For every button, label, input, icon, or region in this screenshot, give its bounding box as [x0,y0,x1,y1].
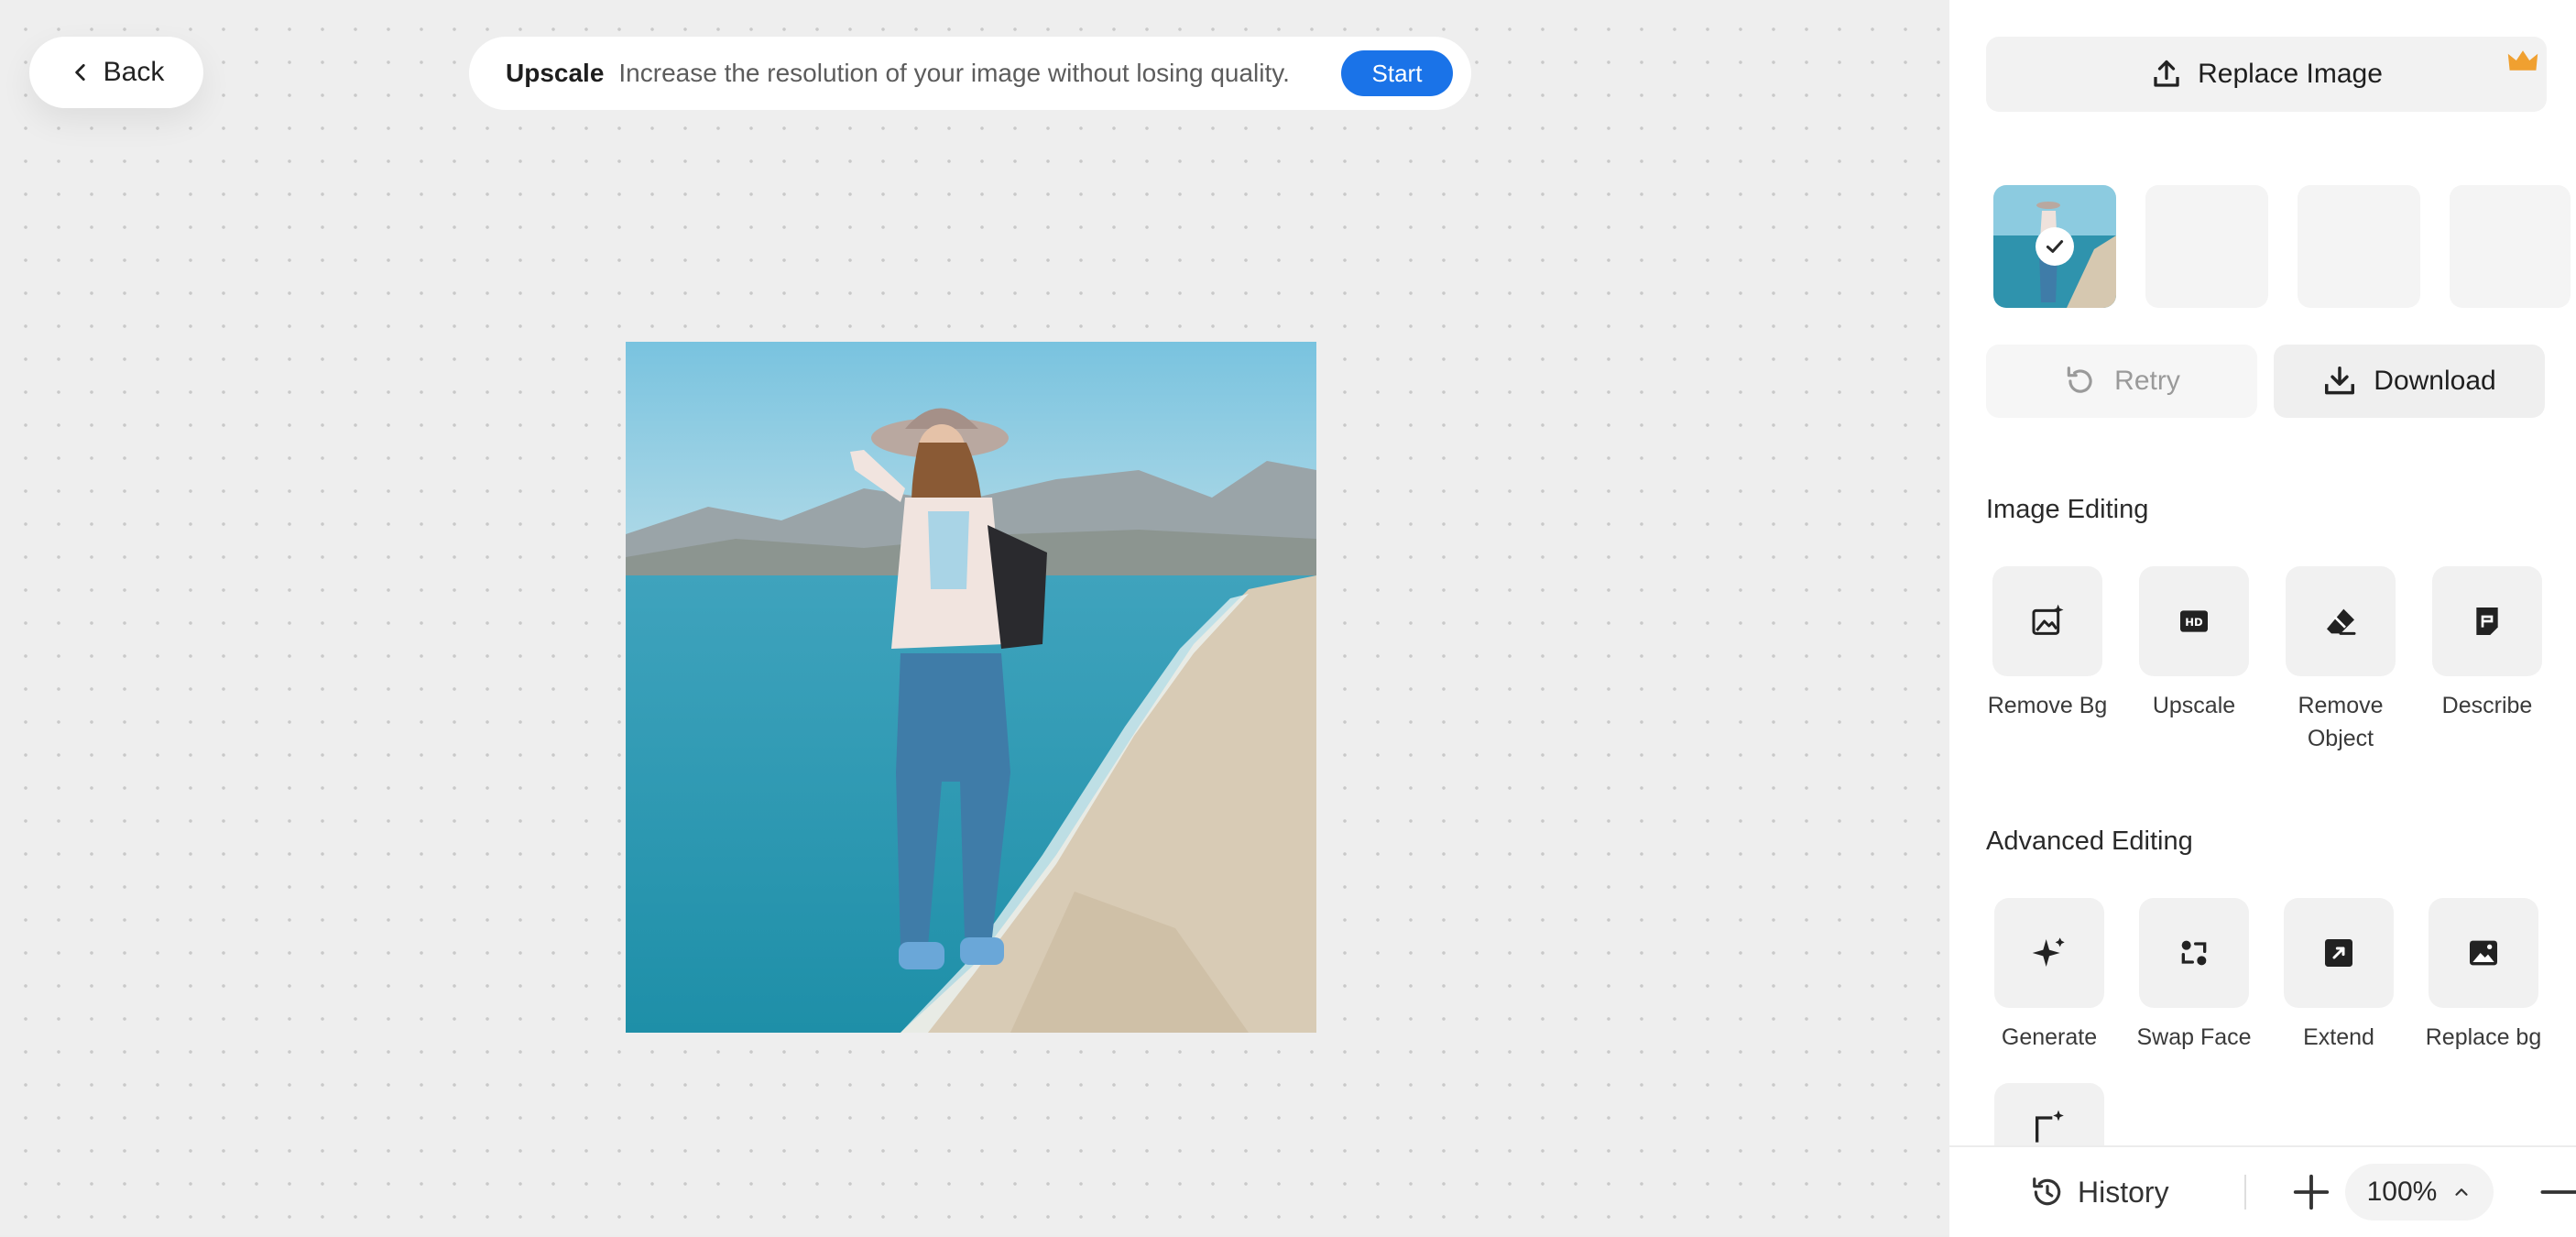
replace-image-label: Replace Image [2198,59,2383,89]
advanced-editing-title: Advanced Editing [1986,826,2193,856]
tool-more[interactable] [1981,1083,2118,1145]
retry-button[interactable]: Retry [1986,345,2257,418]
tool-label: Remove Object [2298,693,2384,751]
eraser-icon [2327,608,2356,635]
download-button[interactable]: Download [2274,345,2545,418]
extend-icon [2325,939,2352,967]
history-label: History [2078,1175,2169,1209]
result-thumbnail-4[interactable] [2450,185,2571,308]
tool-upscale[interactable]: HD Upscale [2125,566,2263,722]
history-icon [2033,1177,2061,1206]
zoom-in-icon[interactable] [2290,1171,2332,1213]
toolbar-divider [2244,1175,2246,1210]
svg-text:HD: HD [2185,616,2203,629]
tool-describe[interactable]: Describe [2418,566,2556,722]
tools-panel: Replace Image Retry Download Image Editi… [1949,0,2576,1237]
crown-icon [2507,50,2538,71]
hd-icon: HD [2180,610,2208,632]
tool-generate[interactable]: Generate [1981,898,2118,1054]
banner-description: Increase the resolution of your image wi… [618,59,1290,87]
upload-icon [2154,60,2179,87]
back-label: Back [103,57,165,87]
retry-icon [2067,367,2092,393]
tool-label: Upscale [2152,693,2236,718]
swap-face-icon [2181,940,2207,966]
tool-extend[interactable]: Extend [2270,898,2407,1054]
start-button[interactable]: Start [1341,50,1453,96]
tool-label: Generate [2001,1024,2098,1050]
back-button[interactable]: Back [29,37,203,108]
selected-check-icon [2036,227,2074,266]
tool-remove-object[interactable]: Remove Object [2272,566,2409,755]
retry-label: Retry [2114,366,2180,396]
chevron-up-icon [2455,1188,2468,1196]
image-sparkle-icon [2032,604,2064,635]
crop-sparkle-icon [2036,1110,2064,1143]
result-thumbnail-2[interactable] [2145,185,2268,308]
describe-icon [2476,608,2498,635]
tool-label: Remove Bg [1987,693,2108,718]
tool-label: Swap Face [2136,1024,2252,1050]
tool-label: Describe [2441,693,2533,718]
image-editing-title: Image Editing [1986,495,2149,524]
bottom-toolbar: History 100% [1949,1145,2576,1237]
tool-replace-bg[interactable]: Replace bg [2415,898,2552,1054]
banner-title: Upscale [506,59,605,87]
result-thumbnail-3[interactable] [2298,185,2420,308]
history-button[interactable]: History [2030,1167,2169,1217]
tool-swap-face[interactable]: Swap Face [2125,898,2263,1054]
replace-image-button[interactable]: Replace Image [1986,37,2547,112]
tool-label: Extend [2303,1024,2374,1050]
zoom-level-selector[interactable]: 100% [2345,1164,2494,1221]
upscale-banner: Upscale Increase the resolution of your … [469,37,1471,110]
zoom-level: 100% [2366,1177,2438,1207]
tool-remove-bg[interactable]: Remove Bg [1979,566,2116,722]
result-thumbnail-1[interactable] [1993,185,2116,308]
replace-bg-icon [2470,940,2497,966]
main-image [626,342,1316,1033]
chevron-left-icon [74,64,85,81]
download-icon [2325,367,2355,395]
tool-label: Replace bg [2425,1024,2542,1050]
zoom-out-icon[interactable] [2536,1171,2576,1213]
download-label: Download [2374,366,2496,396]
sparkle-icon [2032,937,2065,967]
